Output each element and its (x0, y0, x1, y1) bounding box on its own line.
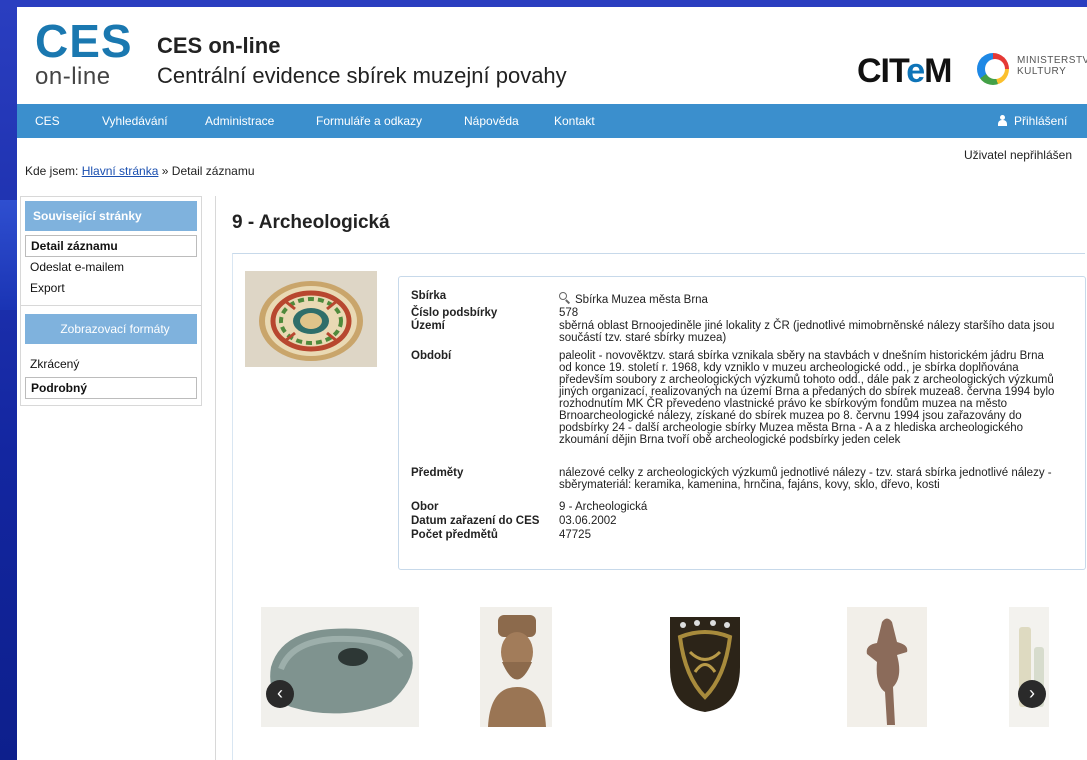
display-formats-title: Zobrazovací formáty (25, 314, 197, 344)
field-label: Počet předmětů (411, 529, 498, 541)
breadcrumb-current: Detail záznamu (171, 164, 255, 178)
related-pages-box: Související stránky Detail záznamu Odesl… (20, 196, 202, 306)
breadcrumb-separator: » (161, 164, 169, 178)
gallery-image-belt-plate[interactable] (665, 607, 745, 727)
sidebar-item-send-email[interactable]: Odeslat e-mailem (25, 257, 197, 278)
gallery-image-stone-axe[interactable] (261, 607, 419, 727)
nav-item-ces[interactable]: CES (35, 104, 60, 138)
sidebar-item-detailed-format[interactable]: Podrobný (25, 377, 197, 399)
field-value: paleolit - novověktzv. stará sbírka vzni… (559, 350, 1055, 446)
browser-page: CES on-line CES on-line Centrální eviden… (17, 7, 1087, 760)
gallery-image-figurine[interactable] (847, 607, 927, 727)
breadcrumb-prefix: Kde jsem: (25, 164, 79, 178)
field-label: Území (411, 320, 445, 332)
ministry-logo-icon (977, 53, 1009, 85)
gallery-image-glass[interactable] (1009, 607, 1049, 727)
sidebar: Související stránky Detail záznamu Odesl… (20, 196, 202, 406)
nav-item-forms-links[interactable]: Formuláře a odkazy (316, 104, 422, 138)
sidebar-item-export[interactable]: Export (25, 278, 197, 299)
main-navigation: CES Vyhledávání Administrace Formuláře a… (17, 104, 1087, 138)
field-value: 578 (559, 307, 579, 319)
sidebar-item-short-format[interactable]: Zkrácený (25, 354, 197, 375)
nav-item-contact[interactable]: Kontakt (554, 104, 595, 138)
nav-item-help[interactable]: Nápověda (464, 104, 519, 138)
display-formats-box: Zobrazovací formáty Zkrácený Podrobný (20, 306, 202, 406)
field-value: 03.06.2002 (559, 515, 617, 527)
site-subtitle: Centrální evidence sbírek muzejní povahy (157, 63, 567, 88)
record-details-box: Sbírka Sbírka Muzea města Brna Číslo pod… (398, 276, 1086, 570)
field-value: 47725 (559, 529, 591, 541)
field-value: sběrná oblast Brnoojediněle jiné lokalit… (559, 320, 1055, 344)
breadcrumb-home-link[interactable]: Hlavní stránka (82, 164, 159, 178)
field-value: nálezové celky z archeologických výzkumů… (559, 467, 1052, 491)
field-label: Sbírka (411, 290, 447, 302)
field-label: Obor (411, 501, 439, 513)
sidebar-item-record-detail[interactable]: Detail záznamu (25, 235, 197, 257)
login-button[interactable]: Přihlášení (997, 104, 1067, 138)
record-panel: Sbírka Sbírka Muzea města Brna Číslo pod… (232, 253, 1086, 760)
site-title: CES on-line (157, 33, 281, 58)
field-label: Číslo podsbírky (411, 307, 498, 319)
record-title: 9 - Archeologická (232, 212, 390, 233)
ministry-of-culture-logo[interactable]: MINISTERSTV KULTURY (977, 51, 1087, 91)
nav-item-search[interactable]: Vyhledávání (102, 104, 168, 138)
ministry-logo-text: MINISTERSTV KULTURY (1017, 55, 1087, 77)
collection-thumbnail[interactable] (245, 271, 377, 367)
carousel-prev-button[interactable]: ‹ (266, 680, 294, 708)
user-status: Uživatel nepřihlášen (963, 148, 1072, 162)
user-icon (997, 115, 1008, 126)
login-label: Přihlášení (1014, 114, 1068, 128)
carousel-next-button[interactable]: › (1018, 680, 1046, 708)
gallery-image-bust[interactable] (480, 607, 552, 727)
ces-logo[interactable]: CES (35, 18, 133, 64)
main-content: 9 - Archeologická Sbírka Sbírka Muzea mě… (215, 196, 1087, 760)
field-label: Období (411, 350, 452, 362)
related-pages-title: Související stránky (25, 201, 197, 231)
nav-item-administration[interactable]: Administrace (205, 104, 274, 138)
breadcrumb: Kde jsem: Hlavní stránka » Detail záznam… (25, 164, 255, 178)
ceramic-plate-image (245, 271, 377, 367)
search-icon (559, 292, 571, 304)
ces-logo-subtext: on-line (35, 63, 111, 90)
site-header: CES on-line CES on-line Centrální eviden… (17, 7, 1087, 97)
image-carousel: ‹ › (233, 607, 1085, 733)
field-label: Předměty (411, 467, 464, 479)
citem-logo[interactable]: CITeM (857, 53, 952, 89)
field-label: Datum zařazení do CES (411, 515, 540, 527)
field-value-link[interactable]: Sbírka Muzea města Brna (559, 292, 1059, 306)
field-value: 9 - Archeologická (559, 501, 648, 513)
